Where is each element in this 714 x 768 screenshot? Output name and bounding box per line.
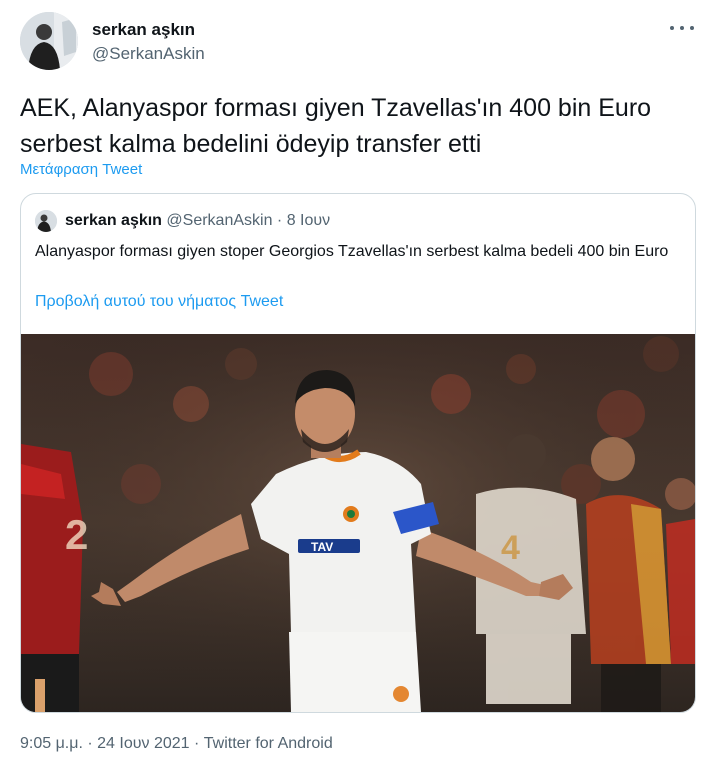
tweet-date[interactable]: 24 Ιουν 2021 bbox=[97, 735, 189, 752]
more-icon[interactable] bbox=[670, 18, 694, 38]
quoted-handle: @SerkanAskin bbox=[166, 212, 273, 229]
more-dot bbox=[690, 26, 694, 30]
quoted-text: Alanyaspor forması giyen stoper Georgios… bbox=[35, 243, 669, 260]
svg-text:4: 4 bbox=[501, 529, 520, 567]
metadata-separator: · bbox=[87, 735, 93, 752]
quoted-separator: · bbox=[276, 212, 283, 229]
svg-text:2: 2 bbox=[65, 511, 88, 558]
quoted-tweet-card[interactable]: serkan aşkın @SerkanAskin · 8 Ιουν Alany… bbox=[20, 193, 696, 713]
author-display-name[interactable]: serkan aşkın bbox=[92, 20, 195, 40]
avatar-image bbox=[20, 12, 78, 70]
tweet-metadata: 9:05 μ.μ. · 24 Ιουν 2021 · Twitter for A… bbox=[20, 735, 333, 753]
more-dot bbox=[670, 26, 674, 30]
tweet-text: AEK, Alanyaspor forması giyen Tzavellas'… bbox=[20, 94, 652, 158]
quoted-avatar-image bbox=[35, 210, 57, 232]
quoted-display-name: serkan aşkın bbox=[65, 212, 162, 229]
tweet-time[interactable]: 9:05 μ.μ. bbox=[20, 735, 83, 752]
translate-tweet-link[interactable]: Μετάφραση Tweet bbox=[20, 161, 142, 178]
tweet-source: Twitter for Android bbox=[203, 735, 333, 752]
quoted-date: 8 Ιουν bbox=[286, 212, 331, 229]
more-dot bbox=[680, 26, 684, 30]
quoted-header: serkan aşkın @SerkanAskin · 8 Ιουν bbox=[65, 212, 330, 230]
quoted-avatar bbox=[35, 210, 57, 232]
quoted-media-photo[interactable]: 2 4 TAV bbox=[21, 334, 695, 712]
metadata-separator: · bbox=[193, 735, 200, 752]
svg-text:TAV: TAV bbox=[311, 540, 333, 554]
author-handle[interactable]: @SerkanAskin bbox=[92, 44, 205, 64]
avatar[interactable] bbox=[20, 12, 78, 70]
show-thread-link[interactable]: Προβολή αυτού του νήματος Tweet bbox=[35, 293, 283, 311]
